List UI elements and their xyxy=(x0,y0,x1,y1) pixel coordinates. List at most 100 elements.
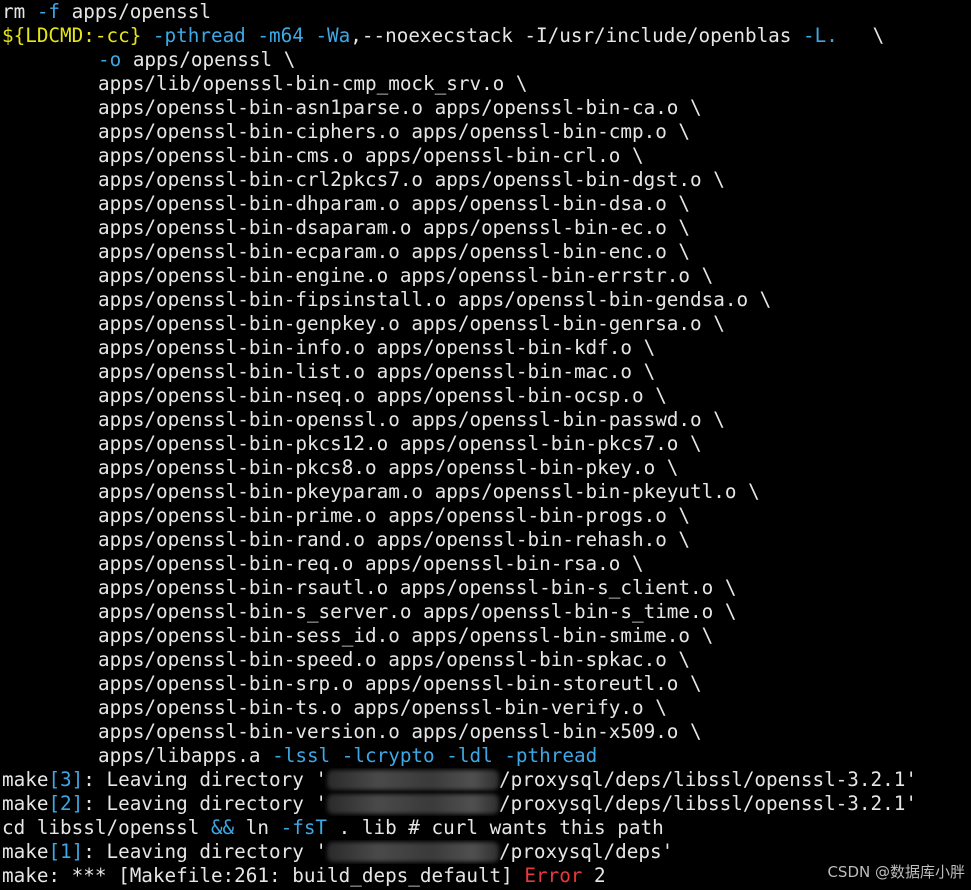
object-file-line: apps/openssl-bin-speed.o apps/openssl-bi… xyxy=(2,648,971,672)
object-file-line: apps/openssl-bin-info.o apps/openssl-bin… xyxy=(2,336,971,360)
object-file-line: apps/openssl-bin-s_server.o apps/openssl… xyxy=(2,600,971,624)
object-file-text: apps/openssl-bin-ciphers.o apps/openssl-… xyxy=(98,120,691,143)
object-file-line: apps/openssl-bin-dhparam.o apps/openssl-… xyxy=(2,192,971,216)
terminal-line-make3: make[3]: Leaving directory ' /proxysql/de… xyxy=(2,768,971,792)
object-file-line: apps/openssl-bin-ts.o apps/openssl-bin-v… xyxy=(2,696,971,720)
object-file-text: apps/lib/openssl-bin-cmp_mock_srv.o \ xyxy=(98,72,528,95)
terminal-line-output: -o apps/openssl \ xyxy=(2,48,971,72)
object-file-text: apps/openssl-bin-s_server.o apps/openssl… xyxy=(98,600,737,623)
message-text: : Leaving directory ' xyxy=(83,792,328,815)
object-file-line: apps/openssl-bin-list.o apps/openssl-bin… xyxy=(2,360,971,384)
make-text: make xyxy=(2,840,49,863)
terminal-line-ldcmd: ${LDCMD:-cc} -pthread -m64 -Wa,--noexecs… xyxy=(2,24,971,48)
object-file-line: apps/openssl-bin-asn1parse.o apps/openss… xyxy=(2,96,971,120)
flag-text: -pthread xyxy=(504,744,598,767)
object-file-line: apps/openssl-bin-genpkey.o apps/openssl-… xyxy=(2,312,971,336)
object-file-text: apps/openssl-bin-pkcs12.o apps/openssl-b… xyxy=(98,432,702,455)
object-file-text: apps/openssl-bin-prime.o apps/openssl-bi… xyxy=(98,504,691,527)
operator-text: && xyxy=(210,816,235,839)
object-file-text: apps/openssl-bin-rand.o apps/openssl-bin… xyxy=(98,528,691,551)
object-file-text: apps/openssl-bin-nseq.o apps/openssl-bin… xyxy=(98,384,667,407)
terminal-line-libs: apps/libapps.a -lssl -lcrypto -ldl -pthr… xyxy=(2,744,971,768)
make-level: [2] xyxy=(48,792,84,815)
object-file-list: apps/lib/openssl-bin-cmp_mock_srv.o \ app… xyxy=(2,72,971,744)
flag-text: -m64 xyxy=(257,24,304,47)
object-file-line: apps/openssl-bin-prime.o apps/openssl-bi… xyxy=(2,504,971,528)
object-file-text: apps/openssl-bin-info.o apps/openssl-bin… xyxy=(98,336,656,359)
object-file-text: apps/openssl-bin-version.o apps/openssl-… xyxy=(98,720,702,743)
object-file-text: apps/openssl-bin-srp.o apps/openssl-bin-… xyxy=(98,672,702,695)
terminal-line-cd: cd libssl/openssl && ln -fsT . lib # cur… xyxy=(2,816,971,840)
variable-text: ${LDCMD:-cc} xyxy=(2,24,142,47)
object-file-line: apps/openssl-bin-openssl.o apps/openssl-… xyxy=(2,408,971,432)
object-file-line: apps/openssl-bin-dsaparam.o apps/openssl… xyxy=(2,216,971,240)
command-text: rm xyxy=(2,0,26,23)
object-file-line: apps/openssl-bin-req.o apps/openssl-bin-… xyxy=(2,552,971,576)
object-file-line: apps/openssl-bin-crl2pkcs7.o apps/openss… xyxy=(2,168,971,192)
continuation-text: \ xyxy=(837,24,885,47)
message-text: : Leaving directory ' xyxy=(83,840,328,863)
message-text: : Leaving directory ' xyxy=(83,768,328,791)
flag-text: -ldl xyxy=(446,744,493,767)
object-file-text: apps/openssl-bin-pkcs8.o apps/openssl-bi… xyxy=(98,456,679,479)
terminal-line-make2: make[2]: Leaving directory ' /proxysql/de… xyxy=(2,792,971,816)
object-file-text: apps/openssl-bin-req.o apps/openssl-bin-… xyxy=(98,552,644,575)
object-file-text: apps/openssl-bin-crl2pkcs7.o apps/openss… xyxy=(98,168,725,191)
object-file-line: apps/openssl-bin-pkeyparam.o apps/openss… xyxy=(2,480,971,504)
command-text: cd libssl/openssl xyxy=(2,816,211,839)
object-file-text: apps/openssl-bin-sess_id.o apps/openssl-… xyxy=(98,624,714,647)
flag-text: -f xyxy=(36,0,61,23)
argument-text: apps/openssl xyxy=(71,0,211,23)
argument-text: ,--noexecstack -I/usr/include/openblas xyxy=(350,24,804,47)
object-file-text: apps/openssl-bin-fipsinstall.o apps/open… xyxy=(98,288,772,311)
object-file-line: apps/openssl-bin-pkcs8.o apps/openssl-bi… xyxy=(2,456,971,480)
terminal-line-make1: make[1]: Leaving directory ' /proxysql/de… xyxy=(2,840,971,864)
object-file-line: apps/openssl-bin-ciphers.o apps/openssl-… xyxy=(2,120,971,144)
object-file-text: apps/openssl-bin-list.o apps/openssl-bin… xyxy=(98,360,656,383)
redacted-path xyxy=(327,842,500,862)
object-file-line: apps/openssl-bin-version.o apps/openssl-… xyxy=(2,720,971,744)
make-level: [3] xyxy=(48,768,84,791)
path-text: /proxysql/deps/libssl/openssl-3.2.1' xyxy=(499,792,917,815)
make-level: [1] xyxy=(48,840,84,863)
make-text: make xyxy=(2,768,49,791)
object-file-line: apps/openssl-bin-nseq.o apps/openssl-bin… xyxy=(2,384,971,408)
argument-text: . lib # curl wants this path xyxy=(327,816,664,839)
path-text: /proxysql/deps/libssl/openssl-3.2.1' xyxy=(499,768,917,791)
object-file-text: apps/openssl-bin-openssl.o apps/openssl-… xyxy=(98,408,725,431)
watermark: CSDN @数据库小胖 xyxy=(827,863,965,881)
object-file-line: apps/openssl-bin-engine.o apps/openssl-b… xyxy=(2,264,971,288)
terminal-line-rm: rm -f apps/openssl xyxy=(2,0,971,24)
object-file-text: apps/openssl-bin-ecparam.o apps/openssl-… xyxy=(98,240,691,263)
flag-text: -pthread xyxy=(152,24,246,47)
path-text: /proxysql/deps' xyxy=(499,840,674,863)
redacted-path xyxy=(327,770,500,790)
object-file-line: apps/openssl-bin-rand.o apps/openssl-bin… xyxy=(2,528,971,552)
terminal-output: rm -f apps/openssl ${LDCMD:-cc} -pthread… xyxy=(2,0,971,890)
object-file-text: apps/openssl-bin-cms.o apps/openssl-bin-… xyxy=(98,144,644,167)
object-file-text: apps/openssl-bin-engine.o apps/openssl-b… xyxy=(98,264,714,287)
object-file-line: apps/openssl-bin-cms.o apps/openssl-bin-… xyxy=(2,144,971,168)
command-text: ln xyxy=(234,816,281,839)
flag-text: -lcrypto xyxy=(341,744,435,767)
argument-text: apps/openssl \ xyxy=(121,48,296,71)
object-file-line: apps/openssl-bin-ecparam.o apps/openssl-… xyxy=(2,240,971,264)
message-text: make: *** [Makefile:261: build_deps_defa… xyxy=(2,864,525,887)
object-file-line: apps/lib/openssl-bin-cmp_mock_srv.o \ xyxy=(2,72,971,96)
object-file-line: apps/openssl-bin-sess_id.o apps/openssl-… xyxy=(2,624,971,648)
object-file-line: apps/openssl-bin-rsautl.o apps/openssl-b… xyxy=(2,576,971,600)
error-code: 2 xyxy=(582,864,606,887)
flag-text: -Wa xyxy=(315,24,351,47)
object-file-text: apps/openssl-bin-rsautl.o apps/openssl-b… xyxy=(98,576,737,599)
redacted-path xyxy=(327,794,500,814)
object-file-text: apps/openssl-bin-genpkey.o apps/openssl-… xyxy=(98,312,725,335)
object-file-text: apps/openssl-bin-pkeyparam.o apps/openss… xyxy=(98,480,760,503)
make-text: make xyxy=(2,792,49,815)
flag-text: -o xyxy=(98,48,122,71)
object-file-text: apps/openssl-bin-speed.o apps/openssl-bi… xyxy=(98,648,691,671)
object-file-line: apps/openssl-bin-srp.o apps/openssl-bin-… xyxy=(2,672,971,696)
object-file-text: apps/openssl-bin-asn1parse.o apps/openss… xyxy=(98,96,702,119)
error-text: Error xyxy=(524,864,583,887)
object-file-line: apps/openssl-bin-pkcs12.o apps/openssl-b… xyxy=(2,432,971,456)
argument-text: apps/libapps.a xyxy=(98,744,273,767)
